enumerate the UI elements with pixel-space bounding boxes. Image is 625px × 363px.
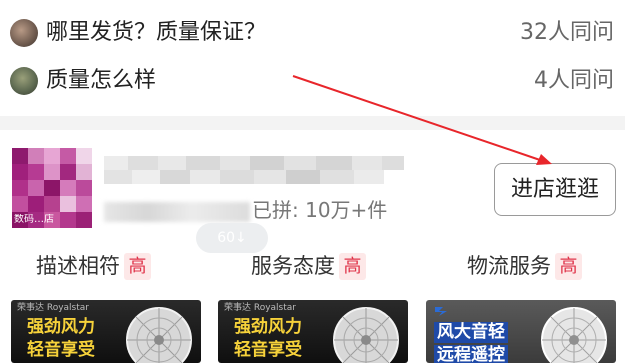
qa-question: 质量怎么样 (46, 68, 157, 93)
product-slogan-line1: 强劲风力 (234, 317, 302, 337)
avatar (10, 67, 38, 95)
shop-ratings: 描述相符高 服务态度高 物流服务高 (0, 248, 625, 284)
blurred-text (104, 201, 250, 222)
product-thumbnail[interactable]: 荣事达 Royalstar 强劲风力 轻音享受 (218, 300, 408, 363)
product-slogan-line1: 强劲风力 (27, 317, 95, 337)
product-thumbnail[interactable]: 荣事达 Royalstar 强劲风力 轻音享受 (11, 300, 201, 363)
avatar (10, 19, 38, 47)
fan-image-icon (333, 307, 399, 363)
sales-count: 已拼: 10万+件 (252, 198, 388, 222)
section-divider (0, 116, 625, 130)
shop-name-blurred (104, 150, 404, 192)
qa-ask-count: 32人同问 (520, 20, 614, 45)
qa-item[interactable]: 质量怎么样 4人同问 (0, 58, 625, 104)
rating-level-badge: 高 (555, 252, 582, 280)
qa-ask-count: 4人同问 (534, 68, 614, 93)
shop-sales: 已拼: 10万+件 (104, 196, 387, 224)
rating-level-badge: 高 (124, 252, 151, 280)
product-brand: 荣事达 Royalstar (17, 303, 89, 313)
product-slogan-line1: 风大音轻 (434, 322, 508, 343)
product-slogan-line2: 轻音享受 (234, 340, 302, 360)
product-slogan-line2: 远程遥控 (434, 345, 508, 363)
qa-item[interactable]: 哪里发货？质量保证？ 32人同问 (0, 10, 625, 56)
rating-level-badge: 高 (339, 252, 366, 280)
product-brand: 荣事达 Royalstar (224, 303, 296, 313)
qa-section: 哪里发货？质量保证？ 32人同问 质量怎么样 4人同问 (0, 0, 625, 116)
rating-service: 服务态度高 (251, 248, 366, 284)
shop-logo-caption: 数码…店 (14, 214, 54, 225)
shop-card: 数码…店 已拼: 10万+件 60↓ 进店逛逛 描述相符高 服务态度高 物流服务… (0, 130, 625, 363)
visit-shop-button[interactable]: 进店逛逛 (494, 163, 616, 216)
rating-label: 服务态度 (251, 254, 335, 278)
product-thumbnail[interactable]: 风大音轻 远程遥控 (426, 300, 616, 363)
fan-image-icon (126, 307, 192, 363)
rating-logistics: 物流服务高 (467, 248, 582, 284)
fan-image-icon (541, 307, 607, 363)
shop-logo[interactable]: 数码…店 (12, 148, 92, 228)
product-slogan-line2: 轻音享受 (27, 340, 95, 360)
rating-label: 描述相符 (36, 254, 120, 278)
rating-label: 物流服务 (467, 254, 551, 278)
rating-description: 描述相符高 (36, 248, 151, 284)
brand-logo-icon (435, 307, 447, 316)
qa-question: 哪里发货？质量保证？ (46, 20, 267, 45)
